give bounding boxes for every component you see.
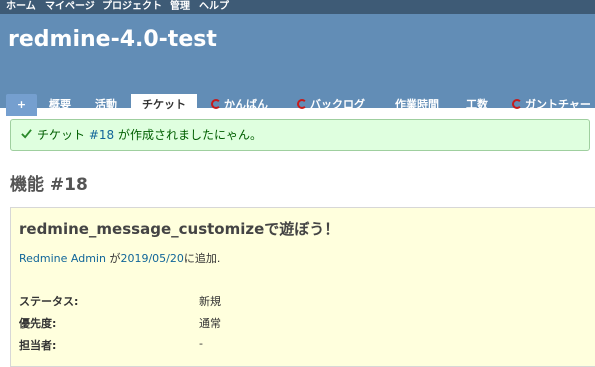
- flash-prefix: チケット: [37, 128, 89, 142]
- top-menu-projects[interactable]: プロジェクト: [102, 0, 162, 14]
- redmine-plugin-icon: [297, 99, 307, 109]
- issue-heading: 機能 #18: [10, 175, 88, 195]
- header: redmine-4.0-test + 概要 活動 チケット かんばん バックログ…: [0, 14, 595, 116]
- priority-value: 通常: [199, 317, 221, 330]
- tab-new-issue[interactable]: +: [6, 94, 37, 116]
- date-link[interactable]: 2019/05/20: [120, 252, 183, 265]
- flash-message: チケット #18 が作成されましたにゃん。: [37, 120, 262, 150]
- project-title[interactable]: redmine-4.0-test: [8, 27, 217, 52]
- tab-effort[interactable]: 工数: [466, 94, 488, 116]
- tab-backlog[interactable]: バックログ: [297, 94, 365, 116]
- tab-issues[interactable]: チケット: [131, 94, 197, 116]
- tab-backlog-label: バックログ: [310, 98, 365, 111]
- main-menu-tabs: + 概要 活動 チケット かんばん バックログ 作業時間 工数 ガントチャー: [0, 94, 595, 116]
- tab-activity[interactable]: 活動: [95, 94, 117, 116]
- added-text: に追加.: [183, 252, 221, 265]
- status-value: 新規: [199, 295, 221, 308]
- check-icon: [21, 129, 32, 139]
- issue-subject: redmine_message_customizeで遊ぼう！: [19, 220, 340, 238]
- assignee-label: 担当者:: [19, 339, 57, 352]
- priority-label: 優先度:: [19, 317, 57, 330]
- issue-details: redmine_message_customizeで遊ぼう！ Redmine A…: [10, 207, 595, 367]
- top-menu-home[interactable]: ホーム: [6, 0, 36, 14]
- flash-notice: チケット #18 が作成されましたにゃん。: [10, 119, 590, 151]
- flash-suffix: が作成されましたにゃん。: [114, 128, 262, 142]
- tab-gantt[interactable]: ガントチャー: [512, 94, 591, 116]
- tab-time-entries[interactable]: 作業時間: [395, 94, 439, 116]
- tab-overview[interactable]: 概要: [49, 94, 71, 116]
- issue-link[interactable]: #18: [89, 128, 114, 142]
- tab-kanban-label: かんばん: [224, 98, 268, 111]
- author-separator: が: [105, 252, 121, 265]
- tab-gantt-label: ガントチャー: [525, 98, 591, 111]
- redmine-plugin-icon: [512, 99, 522, 109]
- author-link[interactable]: Redmine Admin: [19, 252, 106, 265]
- tab-kanban[interactable]: かんばん: [211, 94, 268, 116]
- top-menu-admin[interactable]: 管理: [170, 0, 190, 14]
- author-line: Redmine Admin が2019/05/20に追加.: [19, 250, 220, 266]
- status-label: ステータス:: [19, 295, 79, 308]
- top-menu-help[interactable]: ヘルプ: [199, 0, 229, 14]
- redmine-plugin-icon: [211, 99, 221, 109]
- assignee-value: -: [199, 337, 203, 350]
- top-menu: ホーム マイページ プロジェクト 管理 ヘルプ: [0, 0, 595, 14]
- top-menu-my-page[interactable]: マイページ: [45, 0, 95, 14]
